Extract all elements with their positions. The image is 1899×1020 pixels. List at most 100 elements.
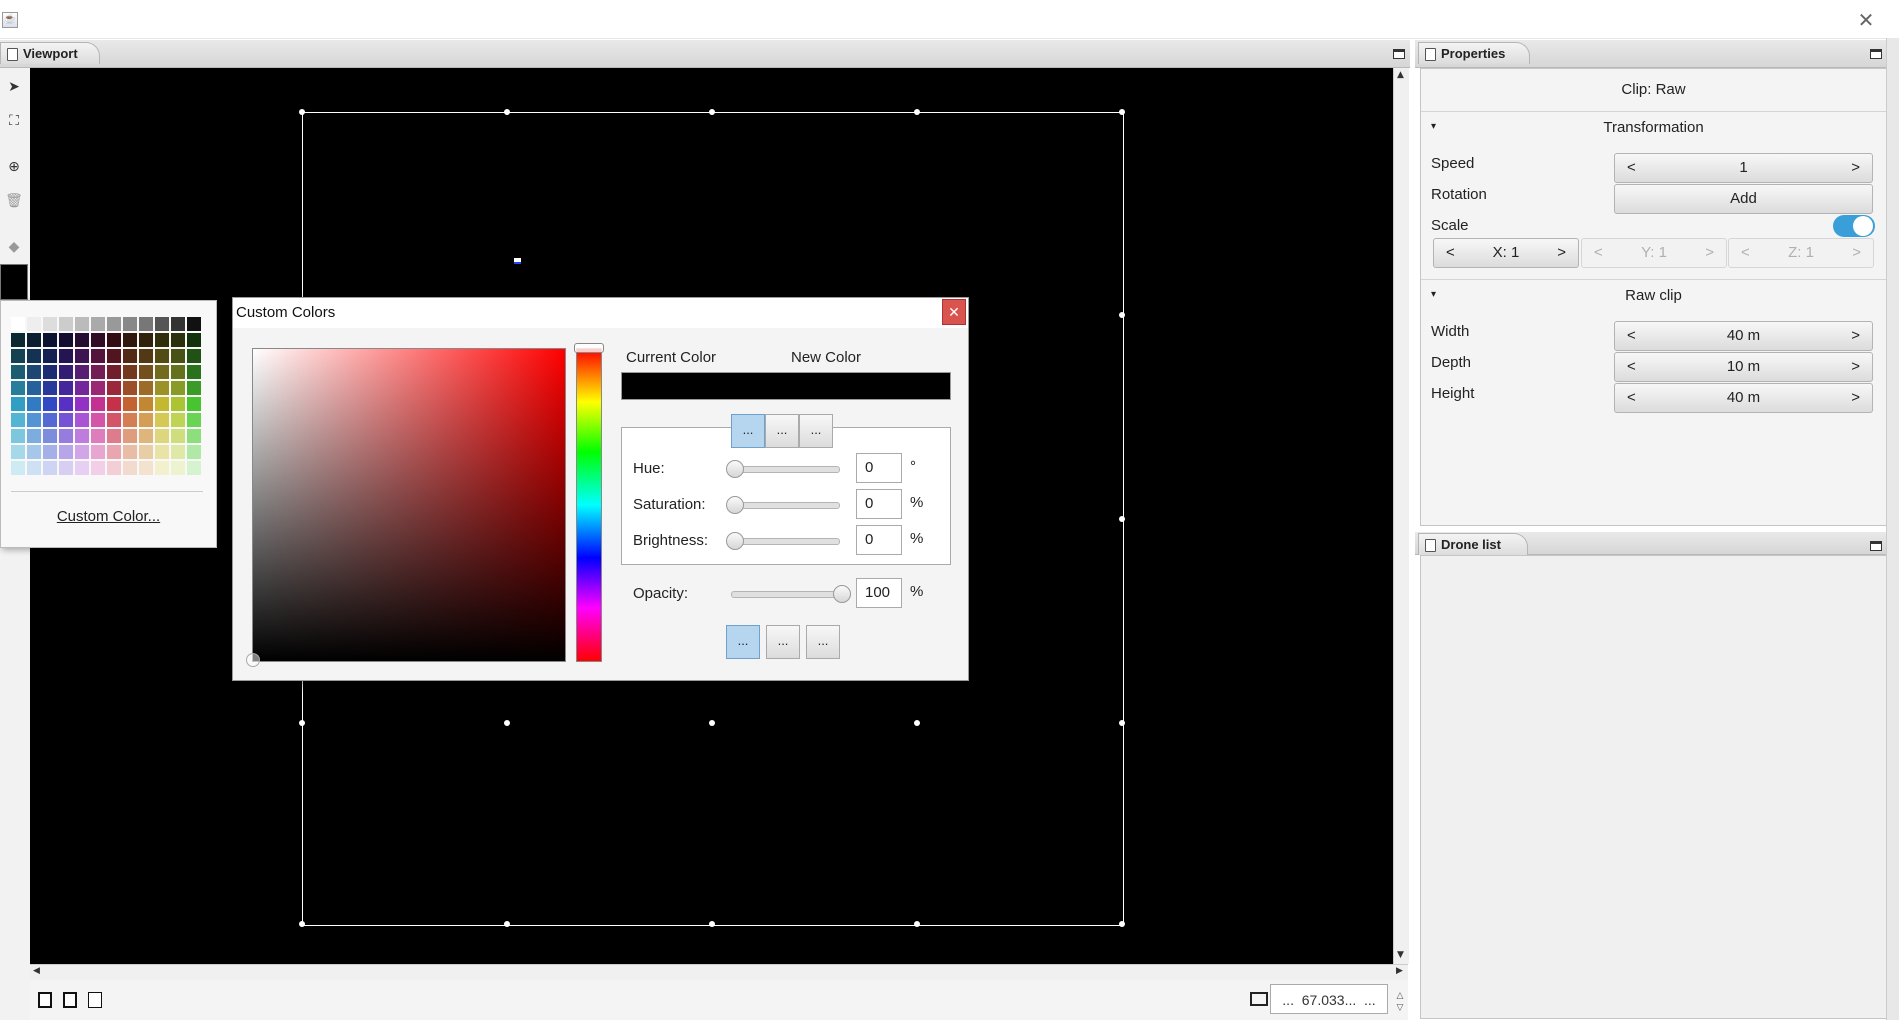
palette-swatch[interactable] — [11, 349, 25, 363]
dialog-action-button-1[interactable]: ... — [726, 625, 760, 659]
palette-swatch[interactable] — [27, 333, 41, 347]
decrement-button[interactable]: < — [1627, 384, 1636, 412]
palette-swatch[interactable] — [171, 333, 185, 347]
palette-swatch[interactable] — [123, 445, 137, 459]
mode-button-3[interactable]: ... — [799, 414, 833, 448]
palette-swatch[interactable] — [187, 317, 201, 331]
palette-swatch[interactable] — [43, 333, 57, 347]
resize-handle[interactable] — [914, 109, 920, 115]
saturation-slider-track[interactable] — [728, 502, 840, 509]
palette-swatch[interactable] — [43, 413, 57, 427]
add-circle-icon[interactable]: ⊕ — [2, 154, 26, 180]
palette-swatch[interactable] — [43, 365, 57, 379]
palette-swatch[interactable] — [59, 349, 73, 363]
trash-icon[interactable]: 🗑 — [2, 188, 26, 214]
palette-swatch[interactable] — [91, 397, 105, 411]
palette-swatch[interactable] — [107, 381, 121, 395]
palette-swatch[interactable] — [75, 333, 89, 347]
palette-swatch[interactable] — [91, 461, 105, 475]
width-spinner[interactable]: < 40 m > — [1614, 321, 1873, 351]
palette-swatch[interactable] — [171, 413, 185, 427]
palette-swatch[interactable] — [75, 381, 89, 395]
zoom-more[interactable]: ... — [1364, 992, 1376, 1008]
dialog-action-button-3[interactable]: ... — [806, 625, 840, 659]
palette-swatch[interactable] — [123, 317, 137, 331]
page-single-icon[interactable] — [38, 992, 52, 1008]
palette-swatch[interactable] — [43, 317, 57, 331]
brightness-input[interactable]: 0 — [856, 525, 902, 555]
tab-viewport[interactable]: Viewport — [0, 42, 100, 64]
palette-swatch[interactable] — [171, 397, 185, 411]
hue-slider-thumb[interactable] — [726, 460, 744, 478]
palette-swatch[interactable] — [75, 317, 89, 331]
scale-x-spinner[interactable]: < X: 1 > — [1433, 238, 1579, 268]
palette-swatch[interactable] — [91, 365, 105, 379]
palette-swatch[interactable] — [139, 429, 153, 443]
palette-swatch[interactable] — [59, 445, 73, 459]
scroll-up-icon[interactable]: ▲ — [1397, 70, 1404, 80]
palette-swatch[interactable] — [59, 397, 73, 411]
transformation-header[interactable]: Transformation — [1421, 119, 1886, 136]
resize-handle[interactable] — [299, 921, 305, 927]
palette-swatch[interactable] — [171, 349, 185, 363]
palette-swatch[interactable] — [91, 349, 105, 363]
palette-swatch[interactable] — [59, 317, 73, 331]
palette-swatch[interactable] — [27, 445, 41, 459]
hue-bar[interactable] — [576, 348, 602, 662]
palette-swatch[interactable] — [123, 461, 137, 475]
hue-input[interactable]: 0 — [856, 453, 902, 483]
decrement-button[interactable]: < — [1627, 322, 1636, 350]
tab-properties[interactable]: Properties — [1418, 42, 1530, 64]
resize-handle[interactable] — [1119, 312, 1125, 318]
palette-swatch[interactable] — [139, 365, 153, 379]
palette-swatch[interactable] — [91, 429, 105, 443]
palette-swatch[interactable] — [75, 445, 89, 459]
raw-clip-header[interactable]: Raw clip — [1421, 287, 1886, 304]
resize-handle[interactable] — [504, 109, 510, 115]
resize-handle[interactable] — [504, 720, 510, 726]
palette-swatch[interactable] — [155, 365, 169, 379]
palette-swatch[interactable] — [11, 461, 25, 475]
palette-swatch[interactable] — [139, 397, 153, 411]
resize-handle[interactable] — [1119, 921, 1125, 927]
palette-swatch[interactable] — [107, 461, 121, 475]
mode-button-1[interactable]: ... — [731, 414, 765, 448]
saturation-input[interactable]: 0 — [856, 489, 902, 519]
mode-button-2[interactable]: ... — [765, 414, 799, 448]
palette-swatch[interactable] — [187, 397, 201, 411]
palette-swatch[interactable] — [75, 349, 89, 363]
resize-handle[interactable] — [709, 720, 715, 726]
palette-swatch[interactable] — [43, 381, 57, 395]
zoom-field[interactable]: ... 67.033... ... — [1270, 984, 1388, 1014]
palette-swatch[interactable] — [187, 349, 201, 363]
scale-toggle-knob[interactable] — [1853, 216, 1873, 236]
hue-slider-track[interactable] — [728, 466, 840, 473]
palette-swatch[interactable] — [139, 381, 153, 395]
palette-swatch[interactable] — [187, 381, 201, 395]
resize-handle[interactable] — [709, 109, 715, 115]
palette-swatch[interactable] — [75, 429, 89, 443]
palette-swatch[interactable] — [139, 317, 153, 331]
palette-swatch[interactable] — [43, 349, 57, 363]
decrement-button[interactable]: < — [1627, 353, 1636, 381]
palette-swatch[interactable] — [91, 381, 105, 395]
palette-swatch[interactable] — [123, 397, 137, 411]
palette-swatch[interactable] — [171, 445, 185, 459]
palette-swatch[interactable] — [155, 445, 169, 459]
scroll-left-icon[interactable]: ◀ — [33, 966, 40, 976]
palette-swatch[interactable] — [59, 333, 73, 347]
palette-swatch[interactable] — [123, 365, 137, 379]
opacity-slider-track[interactable] — [731, 591, 845, 598]
palette-swatch[interactable] — [11, 445, 25, 459]
increment-button[interactable]: > — [1851, 353, 1860, 381]
palette-swatch[interactable] — [59, 381, 73, 395]
brightness-slider-track[interactable] — [728, 538, 840, 545]
increment-button[interactable]: > — [1557, 239, 1566, 267]
palette-swatch[interactable] — [27, 413, 41, 427]
palette-swatch[interactable] — [187, 365, 201, 379]
palette-swatch[interactable] — [11, 317, 25, 331]
fit-view-icon[interactable]: ⛶ — [2, 108, 26, 134]
palette-swatch[interactable] — [139, 333, 153, 347]
palette-swatch[interactable] — [27, 429, 41, 443]
palette-swatch[interactable] — [11, 397, 25, 411]
